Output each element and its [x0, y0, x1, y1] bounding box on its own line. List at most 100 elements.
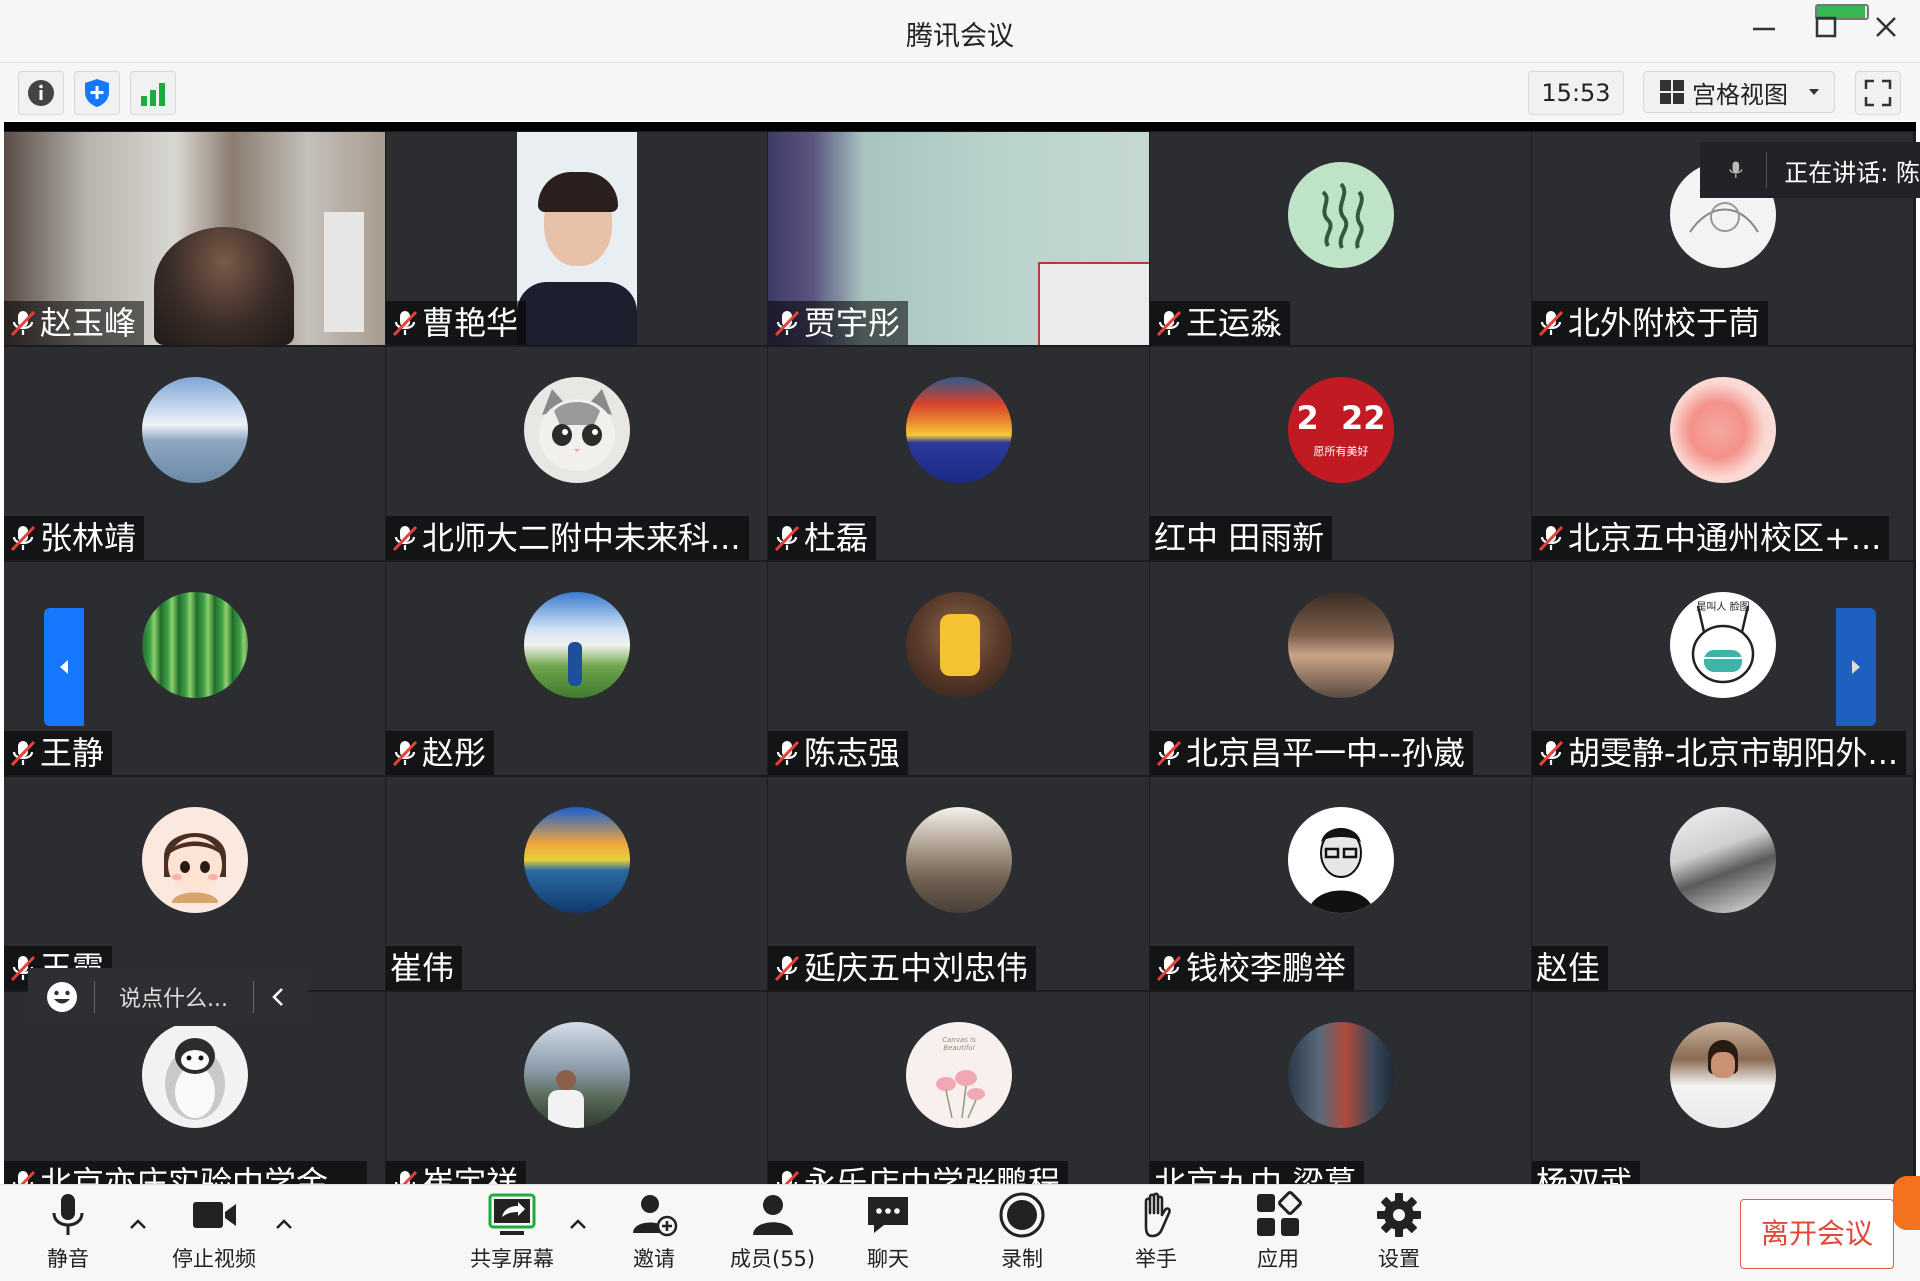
participant-avatar: [1670, 1022, 1776, 1128]
participant-tile[interactable]: 王霞: [4, 777, 385, 990]
participant-name: 北京亦庄实验中学金...: [40, 1164, 359, 1184]
chat-divider: [94, 981, 95, 1013]
participant-tile[interactable]: 赵玉峰: [4, 132, 385, 345]
participant-tile[interactable]: 北京昌平一中--孙崴: [1150, 562, 1531, 775]
participant-tile[interactable]: 杜磊: [768, 347, 1149, 560]
chat-divider-right: [253, 981, 254, 1013]
participant-tile[interactable]: Canvas is Beautiful 永乐店中学张鹏程: [768, 992, 1149, 1184]
previous-page-button[interactable]: [44, 608, 84, 726]
participant-name: 杨双武: [1536, 1164, 1633, 1184]
participant-avatar: 2 22 愿所有美好: [1288, 377, 1394, 483]
participant-avatar: [906, 377, 1012, 483]
meeting-toolbar: 静音 停止视频 共享屏幕 邀请 成员(55) 聊天 录制 举手 应用 设置 离开…: [0, 1184, 1920, 1281]
participant-nameplate: 陈志强: [768, 731, 909, 775]
record-label: 录制: [1001, 1247, 1043, 1271]
next-page-button[interactable]: [1836, 608, 1876, 726]
quick-chat-box[interactable]: 说点什么...: [28, 968, 308, 1026]
emoji-icon[interactable]: [44, 979, 80, 1015]
participant-tile[interactable]: 王运淼: [1150, 132, 1531, 345]
floating-assistant-tab[interactable]: [1893, 1176, 1920, 1230]
participant-avatar: Canvas is Beautiful: [906, 1022, 1012, 1128]
meeting-clock: 15:53: [1528, 71, 1624, 115]
participant-nameplate: 崔伟: [386, 946, 463, 990]
maximize-button[interactable]: [1806, 12, 1846, 52]
share-options-caret-icon[interactable]: [567, 1213, 589, 1235]
mic-muted-icon: [392, 740, 418, 767]
share-screen-button[interactable]: 共享屏幕: [470, 1191, 554, 1279]
security-button[interactable]: [74, 71, 120, 115]
minimize-button[interactable]: [1744, 12, 1784, 52]
participant-nameplate: 贾宇彤: [768, 301, 909, 345]
close-icon: [1876, 17, 1896, 37]
participant-name: 王运淼: [1186, 304, 1283, 342]
apps-label: 应用: [1257, 1247, 1299, 1271]
participant-tile[interactable]: 曹艳华: [386, 132, 767, 345]
participant-name: 胡雯静-北京市朝阳外...: [1568, 734, 1899, 772]
chat-bubble-icon: [868, 1197, 908, 1233]
chat-input-placeholder[interactable]: 说点什么...: [119, 981, 251, 1013]
participant-name: 杜磊: [804, 519, 869, 557]
participant-tile[interactable]: 北师大二附中未来科...: [386, 347, 767, 560]
collapse-chevron-icon[interactable]: [268, 985, 288, 1009]
close-button[interactable]: [1866, 12, 1906, 52]
participant-avatar: [906, 592, 1012, 698]
view-mode-dropdown[interactable]: 宫格视图: [1643, 71, 1835, 113]
maximize-icon: [1815, 16, 1837, 38]
record-button[interactable]: 录制: [998, 1191, 1046, 1279]
mic-muted-icon: [394, 1170, 418, 1184]
participant-tile[interactable]: 2 22 愿所有美好 红中 田雨新: [1150, 347, 1531, 560]
raise-hand-button[interactable]: 举手: [1132, 1191, 1180, 1279]
shield-icon: [85, 79, 109, 107]
participant-nameplate: 王运淼: [1150, 301, 1291, 345]
participant-tile[interactable]: 赵佳: [1532, 777, 1913, 990]
participant-tile[interactable]: 崔伟: [386, 777, 767, 990]
stage-top-bar: [4, 122, 1916, 131]
participant-tile[interactable]: 贾宇彤: [768, 132, 1149, 345]
participant-tile[interactable]: 陈志强: [768, 562, 1149, 775]
apps-button[interactable]: 应用: [1254, 1191, 1302, 1279]
participant-tile[interactable]: 杨双武: [1532, 992, 1913, 1184]
mic-muted-icon: [1538, 310, 1564, 337]
participant-tile[interactable]: 延庆五中刘忠伟: [768, 777, 1149, 990]
participant-avatar: [142, 807, 248, 913]
participant-tile[interactable]: 钱校李鹏举: [1150, 777, 1531, 990]
participant-nameplate: 北京亦庄实验中学金...: [4, 1161, 367, 1184]
participant-nameplate: 北师大二附中未来科...: [386, 516, 749, 560]
participant-tile[interactable]: 赵彤: [386, 562, 767, 775]
participant-name: 崔伟: [390, 949, 455, 987]
participant-tile[interactable]: 北京九中 梁慕: [1150, 992, 1531, 1184]
stop-video-button[interactable]: 停止视频: [172, 1191, 256, 1279]
participant-name: 北师大二附中未来科...: [422, 519, 741, 557]
participant-tile[interactable]: 北京五中通州校区+...: [1532, 347, 1913, 560]
mic-muted-icon: [774, 525, 800, 552]
leave-meeting-button[interactable]: 离开会议: [1740, 1199, 1894, 1269]
participant-tile[interactable]: 张林靖: [4, 347, 385, 560]
raise-hand-icon: [1144, 1192, 1171, 1238]
participant-avatar: [524, 1022, 630, 1128]
network-status-button[interactable]: [130, 71, 176, 115]
participant-name: 崔宇祥: [422, 1164, 519, 1184]
participant-avatar: [1288, 162, 1394, 268]
share-screen-icon: [488, 1193, 536, 1235]
participant-avatar: [1288, 592, 1394, 698]
window-titlebar: 腾讯会议: [0, 0, 1920, 63]
participant-avatar: [906, 807, 1012, 913]
participant-nameplate: 胡雯静-北京市朝阳外...: [1532, 731, 1907, 775]
audio-options-caret-icon[interactable]: [127, 1213, 149, 1235]
settings-button[interactable]: 设置: [1375, 1191, 1423, 1279]
meeting-info-button[interactable]: [18, 71, 64, 115]
mic-muted-icon: [774, 955, 800, 982]
participant-nameplate: 永乐店中学张鹏程: [768, 1161, 1069, 1184]
chat-button[interactable]: 聊天: [864, 1191, 912, 1279]
members-button[interactable]: 成员(55): [730, 1191, 815, 1279]
participant-nameplate: 北京五中通州校区+...: [1532, 516, 1890, 560]
participant-avatar: [524, 377, 630, 483]
speaking-divider: [1765, 152, 1767, 188]
participant-tile[interactable]: 崔宇祥: [386, 992, 767, 1184]
participant-nameplate: 赵彤: [386, 731, 495, 775]
participant-name: 张林靖: [40, 519, 137, 557]
mute-button[interactable]: 静音: [44, 1191, 92, 1279]
invite-button[interactable]: 邀请: [630, 1191, 678, 1279]
video-options-caret-icon[interactable]: [273, 1213, 295, 1235]
fullscreen-button[interactable]: [1855, 71, 1901, 115]
